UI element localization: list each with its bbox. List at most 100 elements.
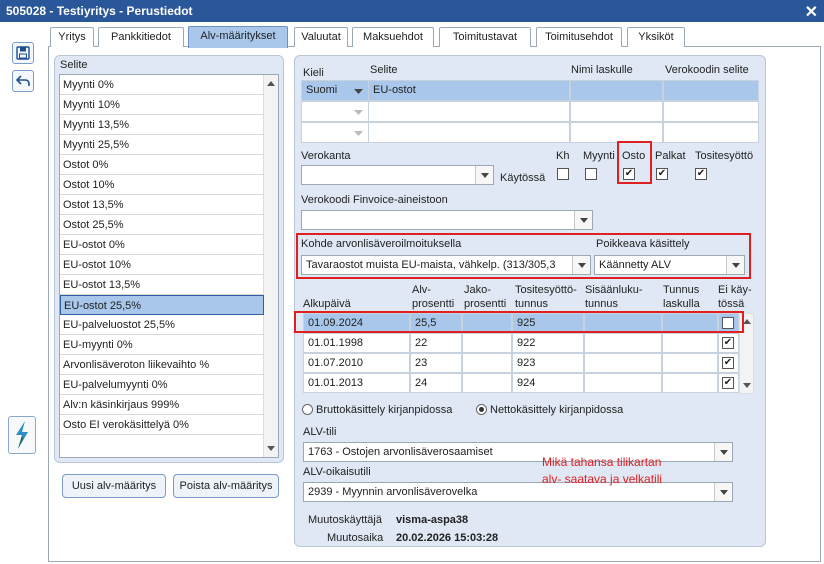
save-icon[interactable] bbox=[12, 42, 34, 64]
list-item[interactable]: Arvonlisäveroton liikevaihto % bbox=[60, 355, 264, 375]
lang-empty-cell[interactable] bbox=[368, 101, 570, 122]
ei-kaytossa-cell[interactable] bbox=[718, 313, 739, 333]
rate-cell[interactable] bbox=[462, 353, 512, 373]
list-item[interactable]: EU-palvelumyynti 0% bbox=[60, 375, 264, 395]
list-item[interactable]: Myynti 13,5% bbox=[60, 115, 264, 135]
list-item[interactable]: Ostot 13,5% bbox=[60, 195, 264, 215]
kohde-dropdown[interactable]: Tavaraostot muista EU-maista, vähkelp. (… bbox=[301, 255, 591, 275]
tositesyotto-checkbox[interactable]: ✔ bbox=[695, 168, 707, 180]
ei-kaytossa-checkbox[interactable]: ✔ bbox=[722, 337, 734, 349]
poikkeava-dropdown[interactable]: Käännetty ALV bbox=[594, 255, 745, 275]
verokanta-dropdown[interactable] bbox=[301, 165, 494, 185]
list-item[interactable]: EU-ostot 13,5% bbox=[60, 275, 264, 295]
list-item[interactable]: Ostot 25,5% bbox=[60, 215, 264, 235]
rate-cell[interactable]: 01.07.2010 bbox=[303, 353, 410, 373]
lang-empty-cell[interactable] bbox=[663, 122, 759, 143]
ei-kaytossa-cell[interactable]: ✔ bbox=[718, 353, 739, 373]
window-title: 505028 - Testiyritys - Perustiedot bbox=[6, 4, 193, 18]
col-kieli: Kieli bbox=[303, 67, 324, 79]
list-item[interactable]: Ostot 10% bbox=[60, 175, 264, 195]
title-bar: 505028 - Testiyritys - Perustiedot ✕ bbox=[0, 0, 824, 22]
tab-alv-maaritykset[interactable]: Alv-määritykset bbox=[188, 26, 288, 48]
list-item[interactable]: EU-ostot 25,5% bbox=[60, 295, 264, 315]
rate-cell[interactable]: 23 bbox=[410, 353, 462, 373]
kh-label: Kh bbox=[556, 150, 570, 162]
rate-cell[interactable]: 923 bbox=[512, 353, 584, 373]
list-item[interactable]: Myynti 10% bbox=[60, 95, 264, 115]
ei-kaytossa-cell[interactable]: ✔ bbox=[718, 333, 739, 353]
list-item[interactable]: Myynti 25,5% bbox=[60, 135, 264, 155]
rate-cell[interactable] bbox=[662, 353, 718, 373]
alv-oik-dropdown[interactable]: 2939 - Myynnin arvonlisäverovelka bbox=[303, 482, 733, 502]
rate-cell[interactable]: 25,5 bbox=[410, 313, 462, 333]
netto-radio[interactable] bbox=[476, 404, 487, 415]
rate-cell[interactable]: 922 bbox=[512, 333, 584, 353]
new-vat-definition-button[interactable]: Uusi alv-määritys bbox=[62, 474, 166, 498]
tab-valuutat[interactable]: Valuutat bbox=[294, 27, 348, 47]
ei-kaytossa-checkbox[interactable]: ✔ bbox=[722, 357, 734, 369]
list-item[interactable]: Osto EI verokäsittelyä 0% bbox=[60, 415, 264, 435]
list-scrollbar[interactable] bbox=[263, 75, 278, 457]
osto-checkbox[interactable]: ✔ bbox=[623, 168, 635, 180]
lang-empty-cell[interactable] bbox=[368, 122, 570, 143]
lang-cell-selite[interactable]: EU-ostot bbox=[368, 80, 570, 101]
lang-dropdown-icon[interactable] bbox=[351, 82, 366, 99]
finvoice-dropdown[interactable] bbox=[301, 210, 593, 230]
vat-definition-list[interactable]: Myynti 0% Myynti 10% Myynti 13,5% Myynti 25… bbox=[59, 74, 279, 458]
rate-cell[interactable] bbox=[584, 333, 662, 353]
list-item[interactable]: Alv:n käsinkirjaus 999% bbox=[60, 395, 264, 415]
list-item[interactable]: Myynti 0% bbox=[60, 75, 264, 95]
tab-yritys[interactable]: Yritys bbox=[50, 27, 94, 47]
rate-cell[interactable] bbox=[584, 353, 662, 373]
app-logo-icon[interactable] bbox=[8, 416, 36, 454]
rates-scrollbar[interactable] bbox=[739, 313, 754, 394]
kaytossa-label: Käytössä bbox=[500, 172, 546, 184]
rate-cell[interactable]: 24 bbox=[410, 373, 462, 393]
lang-empty-cell[interactable] bbox=[570, 101, 663, 122]
list-item[interactable]: EU-palveluostot 25,5% bbox=[60, 315, 264, 335]
tab-pankkitiedot[interactable]: Pankkitiedot bbox=[98, 27, 184, 47]
lang-empty-cell[interactable] bbox=[570, 122, 663, 143]
scroll-up-icon[interactable] bbox=[743, 319, 751, 324]
lang-cell-verokoodi[interactable] bbox=[663, 80, 759, 101]
list-item[interactable]: EU-ostot 0% bbox=[60, 235, 264, 255]
palkat-checkbox[interactable]: ✔ bbox=[656, 168, 668, 180]
scroll-up-icon[interactable] bbox=[267, 81, 275, 86]
rate-cell[interactable]: 01.01.2013 bbox=[303, 373, 410, 393]
delete-vat-definition-button[interactable]: Poista alv-määritys bbox=[173, 474, 279, 498]
rate-cell[interactable] bbox=[462, 373, 512, 393]
ei-kaytossa-cell[interactable]: ✔ bbox=[718, 373, 739, 393]
back-icon[interactable] bbox=[12, 70, 34, 92]
rate-cell[interactable] bbox=[462, 333, 512, 353]
list-item[interactable]: EU-ostot 10% bbox=[60, 255, 264, 275]
tab-toimitusehdot[interactable]: Toimitusehdot bbox=[536, 27, 622, 47]
tab-toimitustavat[interactable]: Toimitustavat bbox=[439, 27, 531, 47]
ei-kaytossa-checkbox[interactable] bbox=[722, 317, 734, 329]
kaytossa-checkbox[interactable] bbox=[557, 168, 569, 180]
scroll-down-icon[interactable] bbox=[743, 383, 751, 388]
myynti-label: Myynti bbox=[583, 150, 615, 162]
rate-cell[interactable] bbox=[662, 373, 718, 393]
scroll-down-icon[interactable] bbox=[267, 446, 275, 451]
rate-cell[interactable]: 925 bbox=[512, 313, 584, 333]
rate-cell[interactable]: 22 bbox=[410, 333, 462, 353]
brutto-radio[interactable] bbox=[302, 404, 313, 415]
rate-cell[interactable]: 924 bbox=[512, 373, 584, 393]
tab-yksikot[interactable]: Yksiköt bbox=[627, 27, 685, 47]
list-item[interactable]: Ostot 0% bbox=[60, 155, 264, 175]
myynti-checkbox[interactable] bbox=[585, 168, 597, 180]
rate-cell[interactable] bbox=[662, 313, 718, 333]
ei-kaytossa-checkbox[interactable]: ✔ bbox=[722, 377, 734, 389]
rate-cell[interactable]: 01.01.1998 bbox=[303, 333, 410, 353]
tab-maksuehdot[interactable]: Maksuehdot bbox=[352, 27, 434, 47]
rate-cell[interactable] bbox=[662, 333, 718, 353]
rate-cell[interactable] bbox=[462, 313, 512, 333]
lang-empty-cell[interactable] bbox=[663, 101, 759, 122]
close-icon[interactable]: ✕ bbox=[805, 2, 818, 22]
rate-cell[interactable] bbox=[584, 313, 662, 333]
rate-cell[interactable] bbox=[584, 373, 662, 393]
lang-cell-nimi[interactable] bbox=[570, 80, 663, 101]
list-item[interactable]: EU-myynti 0% bbox=[60, 335, 264, 355]
rate-cell[interactable]: 01.09.2024 bbox=[303, 313, 410, 333]
alv-tili-dropdown[interactable]: 1763 - Ostojen arvonlisäverosaamiset bbox=[303, 442, 733, 462]
